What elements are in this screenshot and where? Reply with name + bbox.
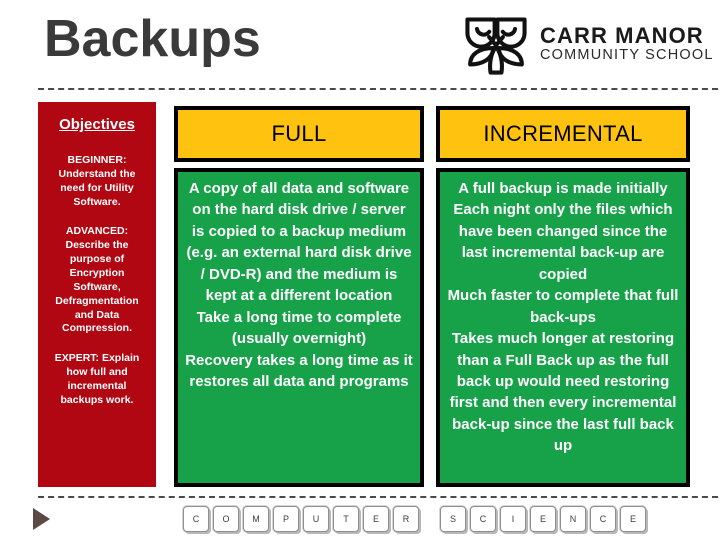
incremental-line-2: Each night only the files which have bee… xyxy=(453,201,673,283)
key-computer-1[interactable]: O xyxy=(213,506,239,532)
objective-beginner: BEGINNER: Understand the need for Utilit… xyxy=(58,154,136,208)
play-triangle-icon[interactable] xyxy=(33,508,50,530)
full-line-1: A copy of all data and software on the h… xyxy=(186,180,412,305)
logo-name: CARR MANOR xyxy=(540,23,704,49)
key-science-4[interactable]: N xyxy=(560,506,586,532)
key-science-0[interactable]: S xyxy=(440,506,466,532)
key-computer-2[interactable]: M xyxy=(243,506,269,532)
objective-expert: EXPERT: Explain how full and incremental… xyxy=(54,352,140,406)
key-group-computer: COMPUTER xyxy=(183,506,419,532)
objectives-title: Objectives xyxy=(59,116,135,133)
key-computer-5[interactable]: T xyxy=(333,506,359,532)
key-group-science: SCIENCE xyxy=(440,506,646,532)
objective-advanced: ADVANCED: Describe the purpose of Encryp… xyxy=(55,225,139,335)
incremental-line-1: A full backup is made initially xyxy=(458,180,668,197)
logo-subtitle: COMMUNITY SCHOOL xyxy=(540,46,714,63)
key-computer-7[interactable]: R xyxy=(393,506,419,532)
key-science-1[interactable]: C xyxy=(470,506,496,532)
full-line-2: Take a long time to complete (usually ov… xyxy=(196,308,402,348)
key-computer-4[interactable]: U xyxy=(303,506,329,532)
key-science-6[interactable]: E xyxy=(620,506,646,532)
key-science-3[interactable]: E xyxy=(530,506,556,532)
key-science-2[interactable]: I xyxy=(500,506,526,532)
column-header-incremental: INCREMENTAL xyxy=(436,106,690,162)
key-computer-3[interactable]: P xyxy=(273,506,299,532)
incremental-line-4: Takes much longer at restoring than a Fu… xyxy=(449,330,677,455)
column-body-incremental: A full backup is made initially Each nig… xyxy=(436,168,690,487)
logo-wordmark: CARR MANOR COMMUNITY SCHOOL xyxy=(540,24,714,63)
key-computer-0[interactable]: C xyxy=(183,506,209,532)
divider-top xyxy=(38,88,718,90)
column-header-full: FULL xyxy=(174,106,424,162)
page-title: Backups xyxy=(44,10,261,68)
incremental-line-3: Much faster to complete that full back-u… xyxy=(447,287,679,326)
objectives-panel: Objectives BEGINNER: Understand the need… xyxy=(38,102,156,487)
school-logo: CARR MANOR COMMUNITY SCHOOL xyxy=(462,6,712,82)
key-computer-6[interactable]: E xyxy=(363,506,389,532)
column-body-full: A copy of all data and software on the h… xyxy=(174,168,424,487)
owl-logo-icon xyxy=(465,17,527,75)
divider-bottom xyxy=(38,496,718,498)
full-line-3: Recovery takes a long time as it restore… xyxy=(185,351,413,390)
key-science-5[interactable]: C xyxy=(590,506,616,532)
